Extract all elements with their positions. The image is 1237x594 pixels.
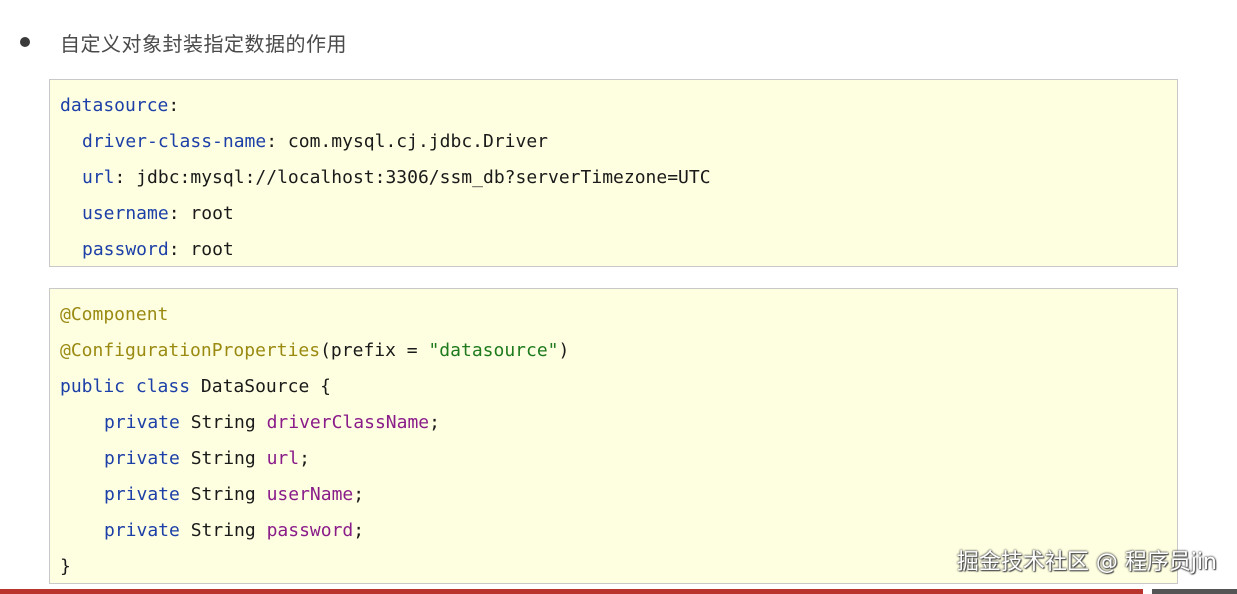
bullet-icon (20, 37, 30, 47)
yaml-colon: : (266, 131, 278, 152)
yaml-line-url: url: jdbc:mysql://localhost:3306/ssm_db?… (60, 160, 1177, 196)
java-line-field: private String userName; (60, 477, 1177, 513)
field-name: driverClassName (266, 412, 430, 433)
heading-row: 自定义对象封装指定数据的作用 (20, 26, 347, 58)
yaml-key: driver-class-name (82, 131, 267, 152)
keyword-private: private (104, 412, 180, 433)
yaml-colon: : (114, 167, 126, 188)
keyword-class: class (135, 376, 191, 397)
section-heading: 自定义对象封装指定数据的作用 (60, 31, 347, 56)
keyword-private: private (104, 484, 180, 505)
yaml-value: jdbc:mysql://localhost:3306/ssm_db?serve… (136, 167, 711, 188)
field-type: String (190, 484, 256, 505)
keyword-private: private (104, 448, 180, 469)
java-line-annotation-config: @ConfigurationProperties(prefix = "datas… (60, 333, 1177, 369)
field-name: url (266, 448, 300, 469)
field-type: String (190, 520, 256, 541)
annotation-args-open: (prefix = (320, 340, 429, 361)
field-name: password (266, 520, 354, 541)
java-line-field: private String driverClassName; (60, 405, 1177, 441)
java-line-field: private String url; (60, 441, 1177, 477)
java-line-annotation-component: @Component (60, 297, 1177, 333)
yaml-colon: : (168, 95, 180, 116)
yaml-colon: : (168, 203, 180, 224)
semicolon: ; (429, 412, 440, 433)
yaml-value: root (190, 239, 234, 260)
yaml-colon: : (168, 239, 180, 260)
semicolon: ; (353, 484, 365, 505)
field-name: userName (266, 484, 354, 505)
yaml-value: root (190, 203, 234, 224)
field-type: String (190, 412, 256, 433)
prefix-string: "datasource" (428, 340, 559, 361)
watermark: 掘金技术社区 @ 程序员jin (956, 550, 1217, 575)
semicolon: ; (353, 520, 365, 541)
yaml-root-key: datasource (60, 95, 169, 116)
yaml-line-password: password: root (60, 232, 1177, 268)
yaml-line-username: username: root (60, 196, 1177, 232)
keyword-public: public (60, 376, 126, 397)
yaml-line-root: datasource: (60, 88, 1177, 124)
annotation-component: @Component (60, 304, 169, 325)
java-line-class-decl: public class DataSource { (60, 369, 1177, 405)
yaml-key: password (82, 239, 169, 260)
bottom-bar-red (0, 589, 1143, 594)
semicolon: ; (299, 448, 310, 469)
yaml-code-block: datasource: driver-class-name: com.mysql… (49, 79, 1178, 267)
keyword-private: private (104, 520, 180, 541)
field-type: String (190, 448, 256, 469)
class-name: DataSource { (200, 376, 331, 397)
yaml-key: url (82, 167, 115, 188)
java-code-block: @Component @ConfigurationProperties(pref… (49, 288, 1178, 584)
yaml-line-driver: driver-class-name: com.mysql.cj.jdbc.Dri… (60, 124, 1177, 160)
yaml-value: com.mysql.cj.jdbc.Driver (287, 131, 549, 152)
yaml-key: username (82, 203, 169, 224)
closing-brace: } (60, 556, 71, 577)
annotation-args-close: ) (558, 340, 570, 361)
annotation-configuration-properties: @ConfigurationProperties (60, 340, 321, 361)
bottom-bar-gray (1152, 589, 1237, 594)
